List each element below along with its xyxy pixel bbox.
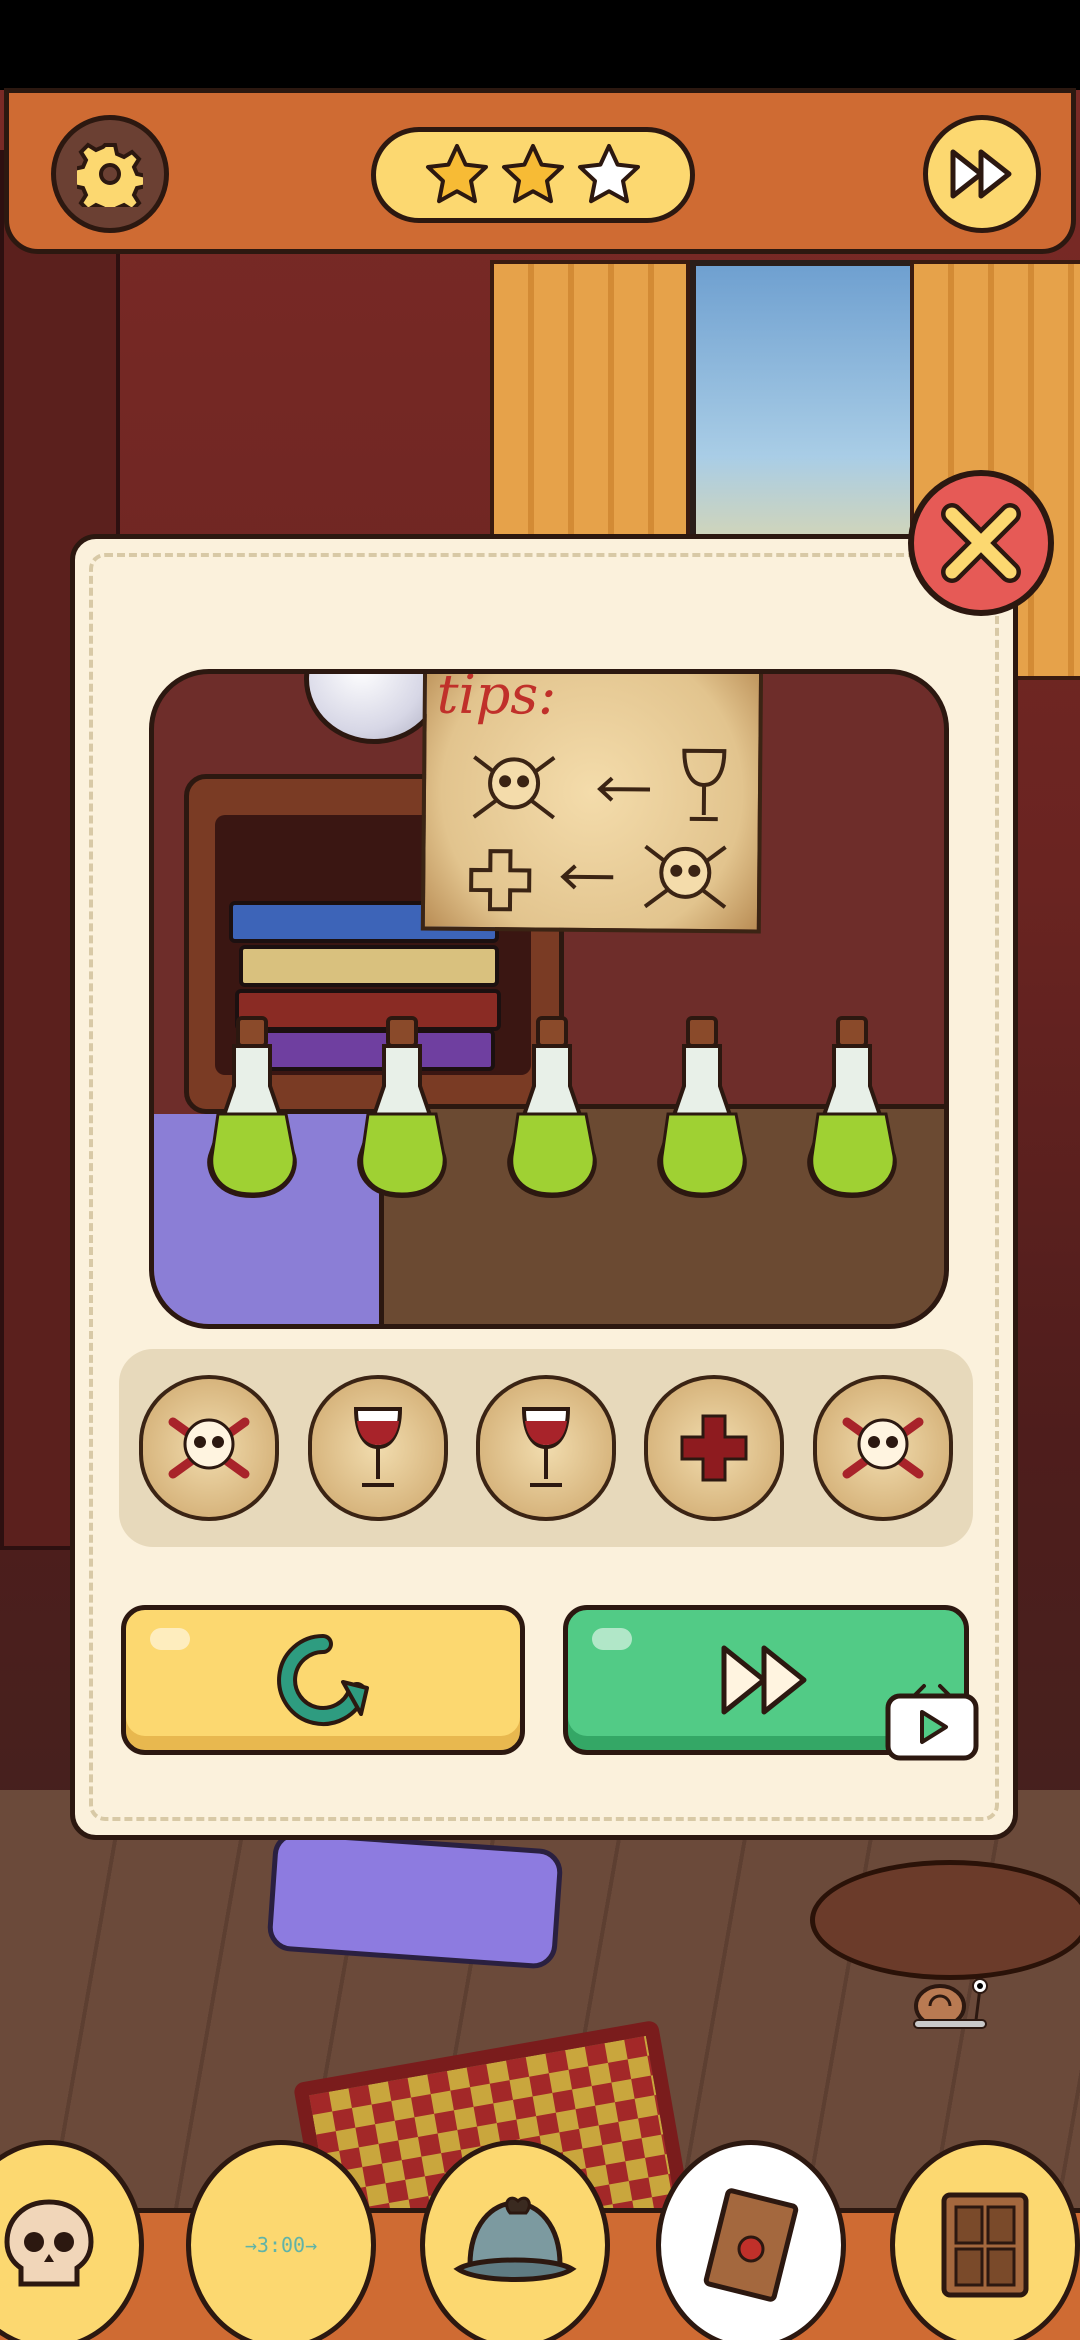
inventory-item-skull[interactable]: [0, 2140, 144, 2340]
puzzle-dialog: tips:: [70, 534, 1018, 1840]
reset-button[interactable]: [121, 1605, 525, 1755]
inventory-item-detective-hat[interactable]: [420, 2140, 610, 2340]
arrow-left-icon: [560, 864, 614, 890]
cross-icon: [469, 849, 532, 912]
skip-level-button[interactable]: [923, 115, 1041, 233]
answer-slot[interactable]: [307, 1375, 448, 1521]
clue-image: tips:: [149, 669, 949, 1329]
red-cross-icon: [680, 1414, 748, 1482]
potion-bottle[interactable]: [204, 1014, 300, 1204]
potion-bottle[interactable]: [504, 1014, 600, 1204]
fast-forward-icon: [950, 149, 1012, 199]
skull-crossbones-icon: [842, 1417, 924, 1479]
inventory-item-envelope[interactable]: [656, 2140, 846, 2340]
wine-glass-icon: [353, 1407, 402, 1487]
star-rating: [371, 127, 695, 223]
answer-slot[interactable]: [475, 1375, 616, 1521]
close-button[interactable]: [908, 470, 1054, 616]
envelope-icon: [703, 2188, 799, 2302]
skull-item-icon: [4, 2199, 94, 2287]
skip-puzzle-button[interactable]: [563, 1605, 979, 1761]
skull-crossbones-icon: [472, 755, 556, 820]
arrow-left-icon: [597, 776, 651, 802]
fast-forward-icon: [721, 1645, 807, 1715]
detective-hat-icon: [453, 2196, 577, 2282]
wine-glass-icon: [521, 1407, 570, 1487]
cabinet-icon: [941, 2192, 1029, 2298]
potion-bottle[interactable]: [354, 1014, 450, 1204]
potion-bottle[interactable]: [654, 1014, 750, 1204]
rug: [266, 1830, 564, 1970]
book: [239, 945, 499, 987]
close-x-icon: [941, 503, 1021, 583]
inventory-bar: →3:00→: [0, 2140, 1080, 2340]
answer-slot[interactable]: [139, 1375, 280, 1521]
settings-button[interactable]: [51, 115, 169, 233]
star-filled-icon: [426, 144, 488, 204]
star-empty-icon: [578, 144, 640, 204]
gear-icon: [77, 142, 143, 207]
inventory-item-cabinet[interactable]: [890, 2140, 1080, 2340]
side-table: [810, 1860, 1080, 1980]
top-bar: [4, 88, 1076, 254]
snail-icon[interactable]: [910, 1970, 990, 2030]
answer-slot[interactable]: [644, 1375, 785, 1521]
inventory-item-clock-hint[interactable]: →3:00→: [186, 2140, 376, 2340]
tips-title: tips:: [436, 669, 557, 727]
video-ad-icon: [885, 1684, 979, 1761]
tips-note: tips:: [420, 669, 764, 934]
answer-slot[interactable]: [812, 1375, 953, 1521]
clock-hint-text: →3:00→: [244, 2233, 318, 2257]
skull-crossbones-icon: [168, 1417, 250, 1479]
skull-crossbones-icon: [643, 844, 727, 909]
wine-glass-icon: [682, 748, 727, 822]
reset-rotate-icon: [277, 1634, 369, 1726]
answer-slots: [119, 1349, 973, 1547]
potion-bottle[interactable]: [804, 1014, 900, 1204]
star-filled-icon: [502, 144, 564, 204]
